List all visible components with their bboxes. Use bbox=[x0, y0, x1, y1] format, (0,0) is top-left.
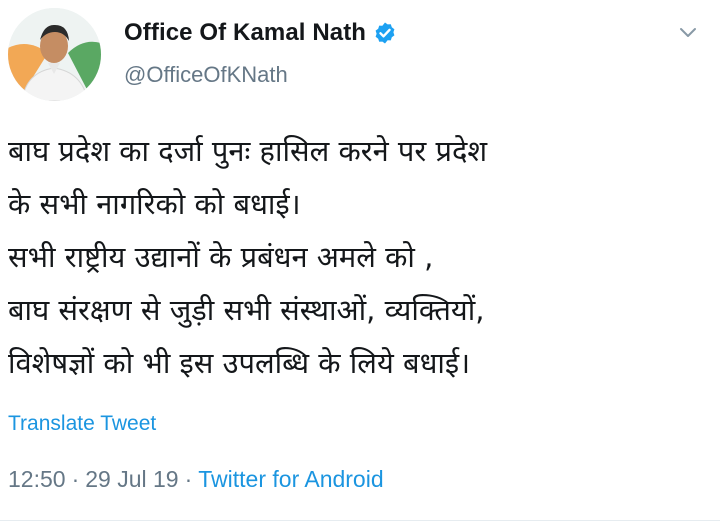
tweet-source-link[interactable]: Twitter for Android bbox=[198, 466, 383, 492]
separator-dot: · bbox=[71, 466, 80, 492]
avatar-image bbox=[8, 8, 101, 101]
tweet-card: Office Of Kamal Nath @OfficeOfKNath बाघ … bbox=[0, 0, 720, 526]
divider bbox=[0, 520, 720, 521]
tweet-text-line: विशेषज्ञों को भी इस उपलब्धि के लिये बधाई… bbox=[8, 346, 471, 380]
tweet-text-line: के सभी नागरिको को बधाई। bbox=[8, 187, 301, 221]
translate-tweet-link[interactable]: Translate Tweet bbox=[8, 412, 156, 436]
tweet-date[interactable]: 29 Jul 19 bbox=[85, 466, 178, 492]
tweet-text-line: बाघ संरक्षण से जुड़ी सभी संस्थाओं, व्यक्… bbox=[8, 293, 485, 327]
tweet-text-line: बाघ प्रदेश का दर्जा पुनः हासिल करने पर प… bbox=[8, 134, 488, 168]
separator-dot: · bbox=[184, 466, 193, 492]
tweet-time[interactable]: 12:50 bbox=[8, 466, 66, 492]
author-name[interactable]: Office Of Kamal Nath bbox=[124, 19, 366, 47]
verified-badge-icon bbox=[373, 21, 397, 45]
author-handle[interactable]: @OfficeOfKNath bbox=[124, 62, 288, 88]
avatar[interactable] bbox=[8, 8, 101, 101]
chevron-down-icon[interactable] bbox=[676, 20, 700, 44]
tweet-text-line: सभी राष्ट्रीय उद्यानों के प्रबंधन अमले क… bbox=[8, 240, 434, 274]
author-row: Office Of Kamal Nath bbox=[124, 16, 397, 50]
tweet-metadata: 12:50 · 29 Jul 19 · Twitter for Android bbox=[8, 466, 384, 493]
tweet-text: बाघ प्रदेश का दर्जा पुनः हासिल करने पर प… bbox=[8, 125, 708, 390]
